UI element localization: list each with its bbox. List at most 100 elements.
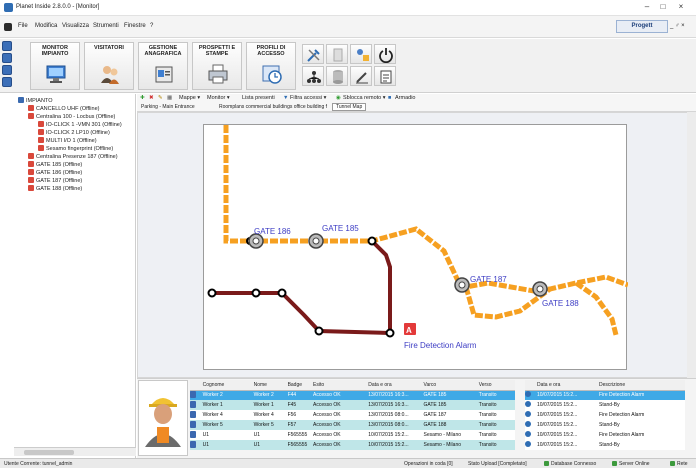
- nav-home-icon[interactable]: [2, 77, 12, 87]
- tunnel-node[interactable]: [367, 236, 377, 246]
- gate-185-marker[interactable]: [308, 233, 324, 249]
- map-vertical-scrollbar[interactable]: [687, 112, 696, 378]
- table-row[interactable]: Worker 2 Worker 2 F44 Accesso OK 13/07/201…: [190, 390, 515, 400]
- tree-node[interactable]: Centralina 100 - Locbus (Offline): [28, 113, 115, 120]
- col-badge[interactable]: Badge: [285, 380, 312, 391]
- nav-up-icon[interactable]: [2, 41, 12, 51]
- edit-tools-button[interactable]: [350, 66, 372, 86]
- mdi-window-controls[interactable]: _ ♂ ×: [670, 23, 685, 29]
- tree-node[interactable]: GATE 185 (Offline): [28, 161, 82, 168]
- table-row[interactable]: 10/07/2015 15:2... Fire Detection Alarm: [525, 410, 685, 420]
- monitor-impianto-button[interactable]: MONITOR IMPIANTO: [30, 42, 80, 90]
- menu-finestre[interactable]: Finestre: [124, 23, 146, 29]
- tree-node[interactable]: GATE 186 (Offline): [28, 169, 82, 176]
- worker-avatar-icon: [139, 381, 187, 455]
- edit-icon[interactable]: ✎: [158, 95, 163, 101]
- breadcrumb-item[interactable]: Parking - Main Entrance: [141, 104, 195, 110]
- tree-node[interactable]: IO-CLICK 2 LP10 (Offline): [38, 129, 110, 136]
- tree-node[interactable]: IO-CLICK 1 -VMN 301 (Offline): [38, 121, 122, 128]
- gestione-anagrafica-button[interactable]: GESTIONE ANAGRAFICA: [138, 42, 188, 90]
- tunnel-node[interactable]: [207, 288, 217, 298]
- menu-modifica[interactable]: Modifica: [35, 23, 57, 29]
- col-description[interactable]: Descrizione: [597, 380, 685, 391]
- menu-help[interactable]: ?: [150, 23, 153, 29]
- current-user: Utente Corrente: tunnel_admin: [4, 461, 73, 467]
- col-data-ora[interactable]: Data e ora: [366, 380, 422, 391]
- access-log-table: Cognome Nome Badge Esito Data e ora Varc…: [190, 380, 515, 450]
- col-varco[interactable]: Varco: [421, 380, 477, 391]
- app-menu-icon[interactable]: [4, 23, 12, 31]
- table-row[interactable]: U1 U1 F565555 Accesso OK 10/07/2015 15:2..…: [190, 440, 515, 450]
- menu-file[interactable]: File: [18, 23, 28, 29]
- network-button[interactable]: [302, 66, 324, 86]
- menu-strumenti[interactable]: Strumenti: [93, 23, 119, 29]
- delete-icon[interactable]: ✖: [149, 95, 154, 101]
- tree-node[interactable]: GATE 188 (Offline): [28, 185, 82, 192]
- lista-presenti-button[interactable]: Lista presenti: [242, 95, 275, 101]
- col-verso[interactable]: Verso: [476, 380, 515, 391]
- filtra-accessi-dropdown[interactable]: Filtra accessi ▾: [290, 95, 326, 101]
- monitor-impianto-label: MONITOR IMPIANTO: [41, 45, 69, 57]
- prospetti-stampe-button[interactable]: PROSPETTI E STAMPE: [192, 42, 242, 90]
- table-row[interactable]: 10/07/2015 15:2... Fire Detection Alarm: [525, 390, 685, 400]
- profili-accesso-button[interactable]: PROFILI DI ACCESSO: [246, 42, 296, 90]
- breadcrumb-current[interactable]: Tunnel Map: [332, 103, 367, 111]
- sblocca-remoto-dropdown[interactable]: Sblocca remoto ▾: [343, 95, 386, 101]
- tunnel-node[interactable]: [277, 288, 287, 298]
- row-icon: [190, 430, 196, 438]
- breadcrumb: Parking - Main Entrance Roomplans commer…: [137, 103, 696, 112]
- col-esito[interactable]: Esito: [311, 380, 367, 391]
- maximize-button[interactable]: □: [656, 2, 670, 13]
- table-row[interactable]: Worker 4 Worker 4 F56 Accesso OK 13/07/201…: [190, 410, 515, 420]
- report-button[interactable]: [374, 66, 396, 86]
- tree-node[interactable]: Centralina Presenze 187 (Offline): [28, 153, 118, 160]
- tree-node[interactable]: Sesamo fingerprint (Offline): [38, 145, 113, 152]
- col-nome[interactable]: Nome: [251, 380, 286, 391]
- mappe-dropdown[interactable]: Mappe ▾: [179, 95, 200, 101]
- tree-horizontal-scrollbar[interactable]: [14, 447, 136, 456]
- minimize-button[interactable]: –: [640, 2, 654, 13]
- tunnel-orange-right: [574, 280, 619, 336]
- table-row[interactable]: Worker 5 Worker 5 F57 Accesso OK 13/07/201…: [190, 420, 515, 430]
- menu-visualizza[interactable]: Visualizza: [62, 23, 89, 29]
- tree-node[interactable]: MULTI I/O 1 (Offline): [38, 137, 97, 144]
- tools-button[interactable]: [302, 44, 324, 64]
- table-row[interactable]: U1 U1 F565555 Accesso OK 10/07/2015 15:2..…: [190, 430, 515, 440]
- tree-node[interactable]: GATE 187 (Offline): [28, 177, 82, 184]
- nav-refresh-icon[interactable]: [2, 65, 12, 75]
- add-icon[interactable]: ✚: [140, 95, 145, 101]
- col-event-date[interactable]: Data e ora: [535, 380, 597, 391]
- document-disabled-button[interactable]: [326, 44, 348, 64]
- tree-node[interactable]: CANCELLO UHF (Offline): [28, 105, 99, 112]
- fire-alarm-icon[interactable]: A: [404, 323, 416, 335]
- tunnel-dark-branch: [370, 239, 392, 333]
- filter-icon: ▼: [283, 95, 289, 101]
- tunnel-node[interactable]: [385, 328, 395, 338]
- power-icon: [379, 48, 393, 63]
- tree-node[interactable]: IMPIANTO: [18, 97, 53, 104]
- table-row[interactable]: 10/07/2015 15:2... Stand-By: [525, 440, 685, 450]
- close-button[interactable]: ×: [674, 2, 688, 13]
- visitatori-button[interactable]: VISITATORI: [84, 42, 134, 90]
- table-row[interactable]: 10/07/2015 15:2... Fire Detection Alarm: [525, 430, 685, 440]
- gate-188-marker[interactable]: [532, 281, 548, 297]
- tunnel-node[interactable]: [251, 288, 261, 298]
- table-row[interactable]: 10/07/2015 15:2... Stand-By: [525, 400, 685, 410]
- monitor-dropdown[interactable]: Monitor ▾: [207, 95, 230, 101]
- scroll-thumb[interactable]: [24, 450, 74, 455]
- table-row[interactable]: Worker 1 Worker 1 F45 Accesso OK 13/07/201…: [190, 400, 515, 410]
- gate-186-marker[interactable]: [248, 233, 264, 249]
- device-offline-icon: [28, 113, 34, 119]
- breadcrumb-item[interactable]: Roomplans commercial buildings office bu…: [219, 104, 327, 110]
- database-button[interactable]: [326, 66, 348, 86]
- users-config-button[interactable]: [350, 44, 372, 64]
- table-row[interactable]: 10/07/2015 15:2... Stand-By: [525, 420, 685, 430]
- nav-down-icon[interactable]: [2, 53, 12, 63]
- gate-187-marker[interactable]: [454, 277, 470, 293]
- col-cognome[interactable]: Cognome: [200, 380, 252, 391]
- tunnel-node[interactable]: [314, 326, 324, 336]
- power-button[interactable]: [374, 44, 396, 64]
- grid-icon[interactable]: ▦: [167, 95, 172, 101]
- map-toolbar: ✚ ✖ ✎ ▦ Mappe ▾ Monitor ▾ Lista presenti…: [137, 94, 696, 103]
- armadio-button[interactable]: Armadio: [395, 95, 415, 101]
